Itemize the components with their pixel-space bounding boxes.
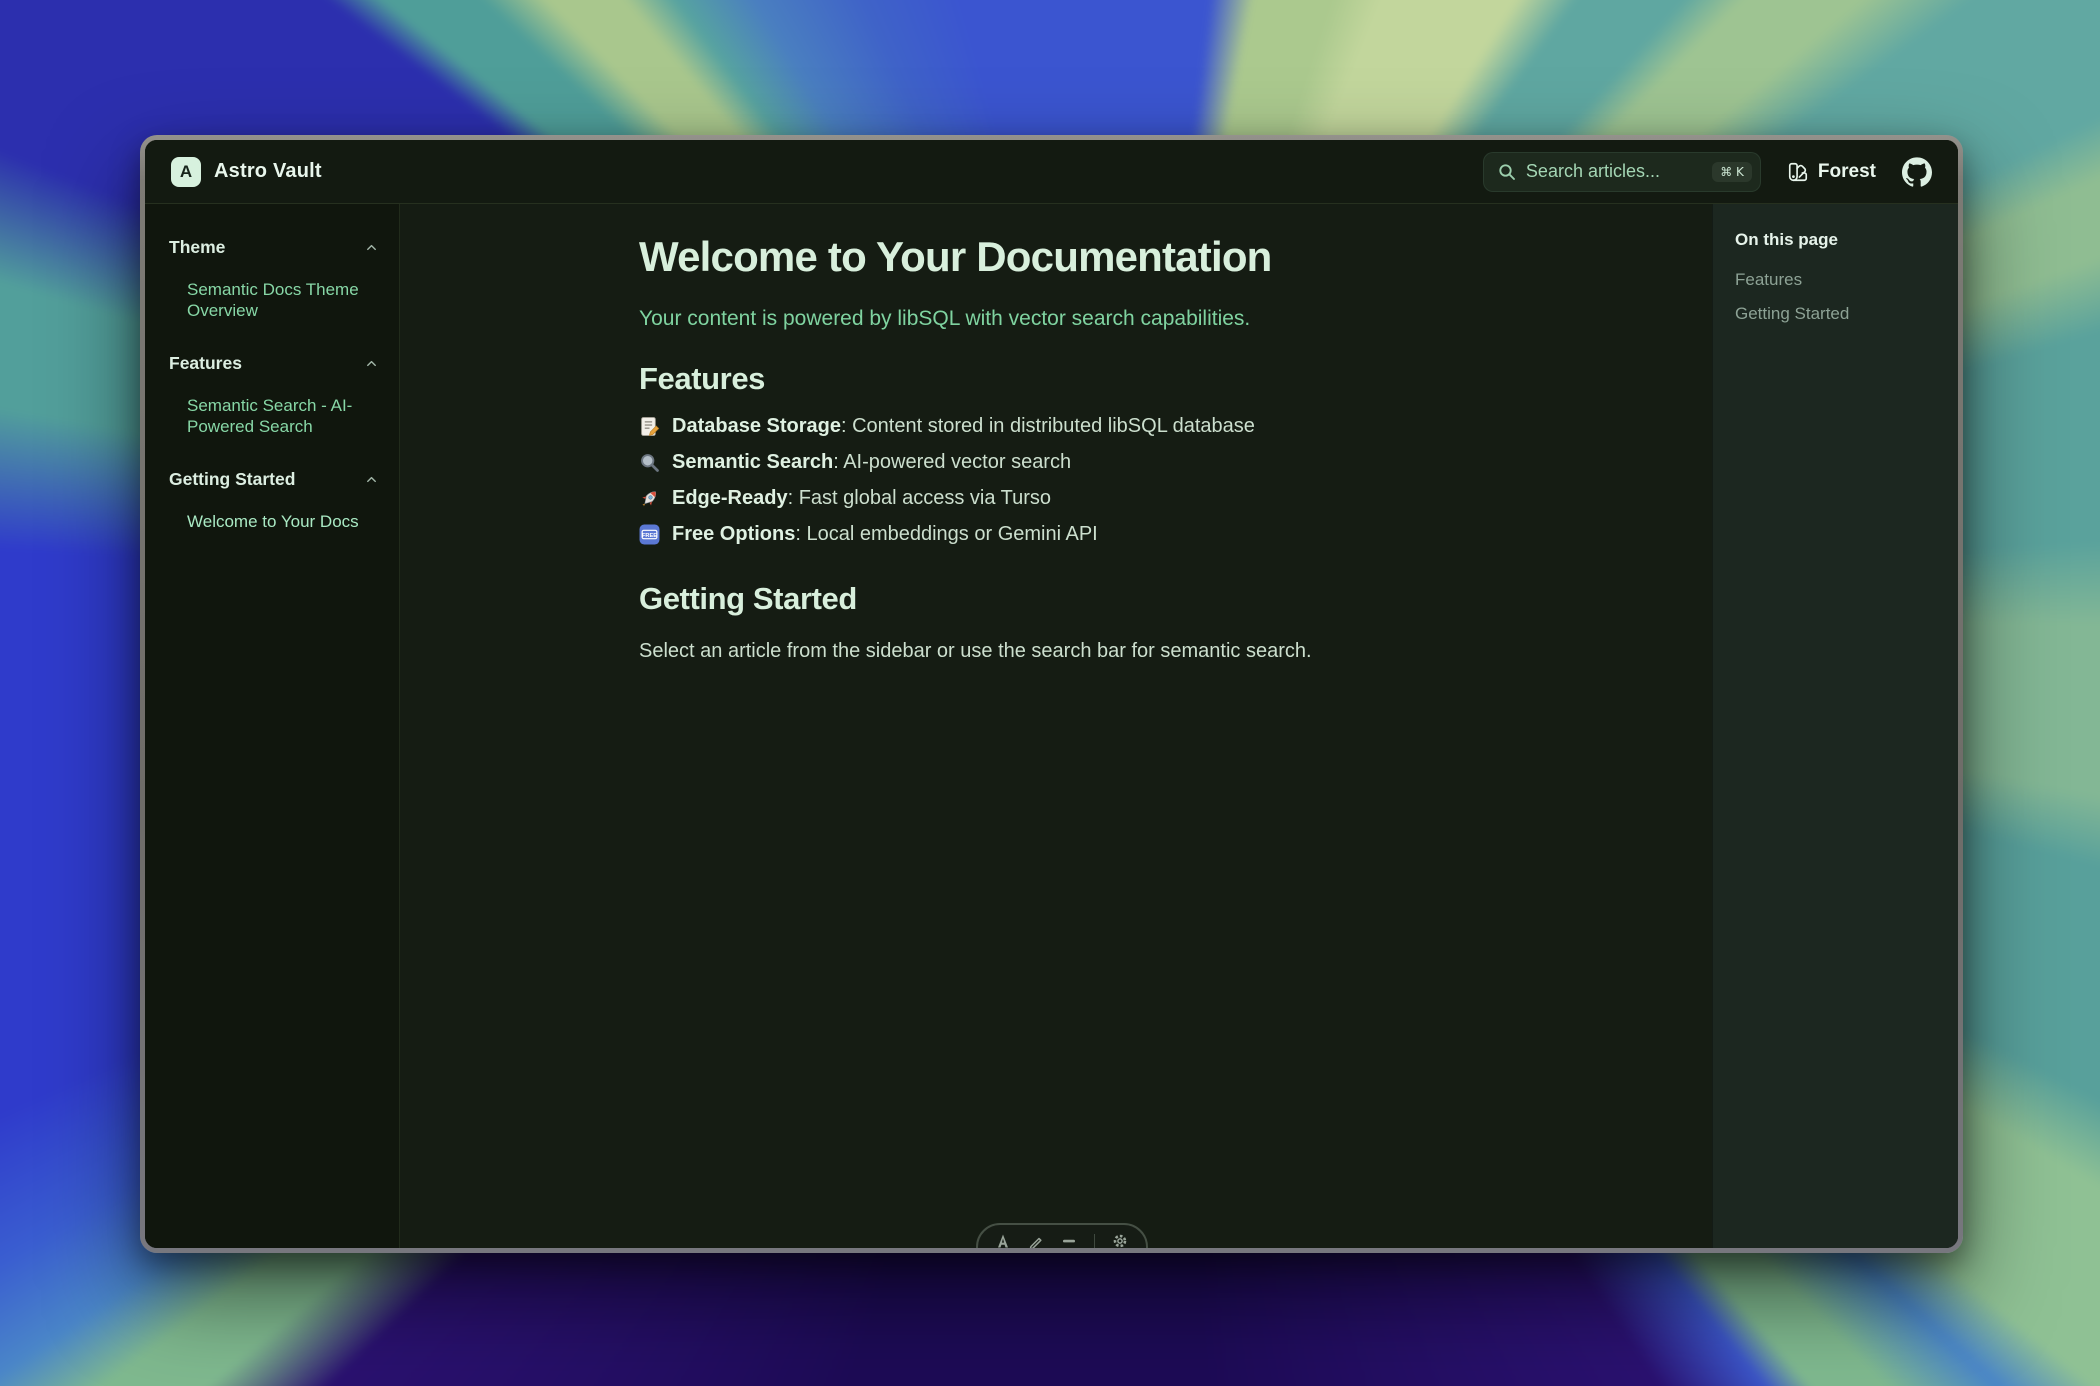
- toc-title: On this page: [1735, 230, 1942, 250]
- sidebar-section-features: Features Semantic Search - AI-Powered Se…: [169, 353, 379, 443]
- app-header: A Astro Vault Search articles... ⌘ K: [145, 140, 1958, 204]
- sidebar-section-getting-started-toggle[interactable]: Getting Started: [169, 469, 379, 489]
- feature-item-edge-ready: Edge-Ready: Fast global access via Turso: [639, 485, 1672, 511]
- settings-gear-icon[interactable]: [1112, 1233, 1128, 1248]
- app-logo: A: [171, 157, 201, 187]
- sidebar-section-getting-started: Getting Started Welcome to Your Docs: [169, 469, 379, 538]
- sidebar-section-label: Theme: [169, 237, 225, 258]
- github-icon: [1902, 157, 1932, 187]
- github-link[interactable]: [1902, 157, 1932, 187]
- sidebar-section-features-toggle[interactable]: Features: [169, 353, 379, 373]
- sidebar-section-theme: Theme Semantic Docs Theme Overview: [169, 237, 379, 327]
- search-placeholder: Search articles...: [1526, 161, 1712, 182]
- main-content: Welcome to Your Documentation Your conte…: [400, 204, 1712, 1248]
- search-icon: [1498, 163, 1516, 181]
- feature-text: Free Options: Local embeddings or Gemini…: [672, 521, 1098, 547]
- on-this-page-panel: On this page Features Getting Started: [1712, 204, 1958, 1248]
- app-title: Astro Vault: [214, 160, 322, 183]
- dev-toolbar[interactable]: [976, 1223, 1148, 1248]
- theme-swatch-icon: [1787, 161, 1809, 183]
- theme-switcher-button[interactable]: Forest: [1787, 161, 1876, 183]
- feature-text: Edge-Ready: Fast global access via Turso: [672, 485, 1051, 511]
- audit-icon[interactable]: [1061, 1233, 1077, 1248]
- memo-icon: [639, 416, 660, 437]
- sidebar-item-semantic-docs-theme-overview[interactable]: Semantic Docs Theme Overview: [169, 273, 379, 327]
- sidebar-item-welcome-to-your-docs[interactable]: Welcome to Your Docs: [169, 505, 379, 538]
- astro-logo-icon[interactable]: [995, 1233, 1011, 1248]
- chevron-up-icon: [364, 240, 379, 255]
- chevron-up-icon: [364, 356, 379, 371]
- feature-item-free-options: FREE Free Options: Local embeddings or G…: [639, 521, 1672, 547]
- sidebar-item-semantic-search[interactable]: Semantic Search - AI-Powered Search: [169, 389, 379, 443]
- toc-link-features[interactable]: Features: [1735, 269, 1942, 290]
- theme-button-label: Forest: [1818, 161, 1876, 183]
- sidebar: Theme Semantic Docs Theme Overview Featu…: [145, 204, 400, 1248]
- free-icon: FREE: [639, 524, 660, 545]
- chevron-up-icon: [364, 472, 379, 487]
- page-subtitle: Your content is powered by libSQL with v…: [639, 306, 1672, 331]
- feature-item-semantic-search: Semantic Search: AI-powered vector searc…: [639, 449, 1672, 475]
- app-body: Theme Semantic Docs Theme Overview Featu…: [145, 204, 1958, 1248]
- keyboard-shortcut-badge: ⌘ K: [1712, 162, 1752, 182]
- sidebar-section-label: Getting Started: [169, 469, 295, 490]
- header-actions: Search articles... ⌘ K Forest: [1483, 152, 1932, 192]
- getting-started-text: Select an article from the sidebar or us…: [639, 639, 1339, 664]
- getting-started-heading: Getting Started: [639, 581, 1672, 617]
- svg-text:FREE: FREE: [642, 533, 657, 539]
- magnifier-icon: [639, 452, 660, 473]
- features-heading: Features: [639, 361, 1672, 397]
- window-content: A Astro Vault Search articles... ⌘ K: [145, 140, 1958, 1248]
- feature-text: Database Storage: Content stored in dist…: [672, 413, 1255, 439]
- brand[interactable]: A Astro Vault: [171, 157, 322, 187]
- feature-item-database-storage: Database Storage: Content stored in dist…: [639, 413, 1672, 439]
- rocket-icon: [639, 488, 660, 509]
- page-title: Welcome to Your Documentation: [639, 234, 1672, 280]
- feature-text: Semantic Search: AI-powered vector searc…: [672, 449, 1071, 475]
- sidebar-section-theme-toggle[interactable]: Theme: [169, 237, 379, 257]
- dev-toolbar-separator: [1094, 1234, 1095, 1248]
- search-input[interactable]: Search articles... ⌘ K: [1483, 152, 1761, 192]
- inspect-icon[interactable]: [1028, 1233, 1044, 1248]
- toc-link-getting-started[interactable]: Getting Started: [1735, 303, 1942, 324]
- sidebar-section-label: Features: [169, 353, 242, 374]
- features-list: Database Storage: Content stored in dist…: [639, 413, 1672, 547]
- app-window: A Astro Vault Search articles... ⌘ K: [140, 135, 1963, 1253]
- app-logo-letter: A: [180, 162, 192, 182]
